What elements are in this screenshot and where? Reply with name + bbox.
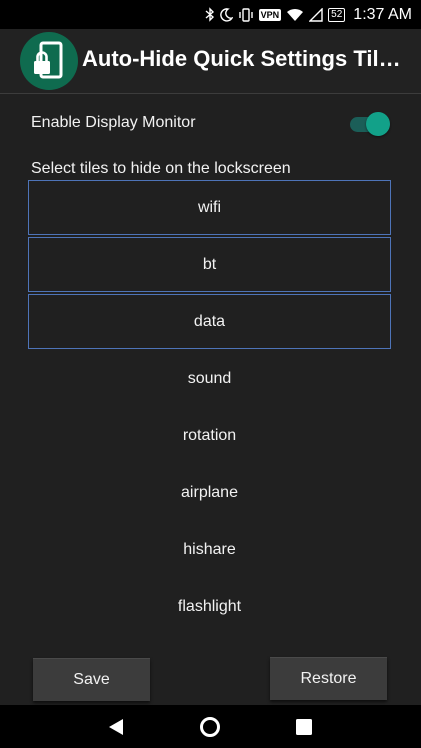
status-bar: VPN 52 1:37 AM: [0, 0, 421, 29]
cellular-icon: [309, 7, 323, 22]
tile-label: hishare: [183, 540, 236, 558]
app-bar: Auto-Hide Quick Settings Til…: [0, 29, 421, 94]
battery-icon: 52: [328, 7, 346, 22]
tile-hishare[interactable]: hishare: [28, 522, 391, 577]
vibrate-icon: [238, 7, 254, 22]
wifi-icon: [286, 8, 304, 22]
tile-flashlight[interactable]: flashlight: [28, 579, 391, 634]
vpn-icon: VPN: [258, 8, 282, 21]
app-title: Auto-Hide Quick Settings Til…: [82, 46, 401, 71]
display-monitor-toggle[interactable]: [350, 112, 390, 136]
tile-bt[interactable]: bt: [28, 237, 391, 292]
display-monitor-label: Enable Display Monitor: [31, 114, 196, 131]
tile-label: flashlight: [177, 597, 242, 615]
tile-rotation[interactable]: rotation: [28, 408, 391, 463]
toggle-thumb: [366, 112, 390, 136]
home-icon[interactable]: [199, 716, 221, 743]
recents-icon[interactable]: [295, 718, 313, 741]
tile-label: rotation: [182, 426, 237, 444]
tile-label: sound: [187, 369, 232, 387]
battery-level: 52: [331, 8, 343, 20]
back-icon[interactable]: [108, 718, 124, 741]
nav-bar: [0, 705, 421, 748]
restore-button[interactable]: Restore: [270, 657, 387, 700]
tile-label: data: [193, 312, 226, 330]
tile-airplane[interactable]: airplane: [28, 465, 391, 520]
tile-label: wifi: [197, 198, 222, 216]
tile-label: bt: [202, 255, 217, 273]
tile-label: airplane: [181, 483, 238, 501]
bluetooth-icon: [205, 7, 215, 22]
tile-data[interactable]: data: [28, 294, 391, 349]
tiles-section-label: Select tiles to hide on the lockscreen: [31, 160, 291, 177]
phone-lock-icon: [20, 32, 78, 90]
moon-icon: [219, 7, 233, 22]
save-button[interactable]: Save: [33, 658, 150, 701]
tile-sound[interactable]: sound: [28, 351, 391, 406]
tile-wifi[interactable]: wifi: [28, 180, 391, 235]
clock: 1:37 AM: [353, 5, 412, 23]
